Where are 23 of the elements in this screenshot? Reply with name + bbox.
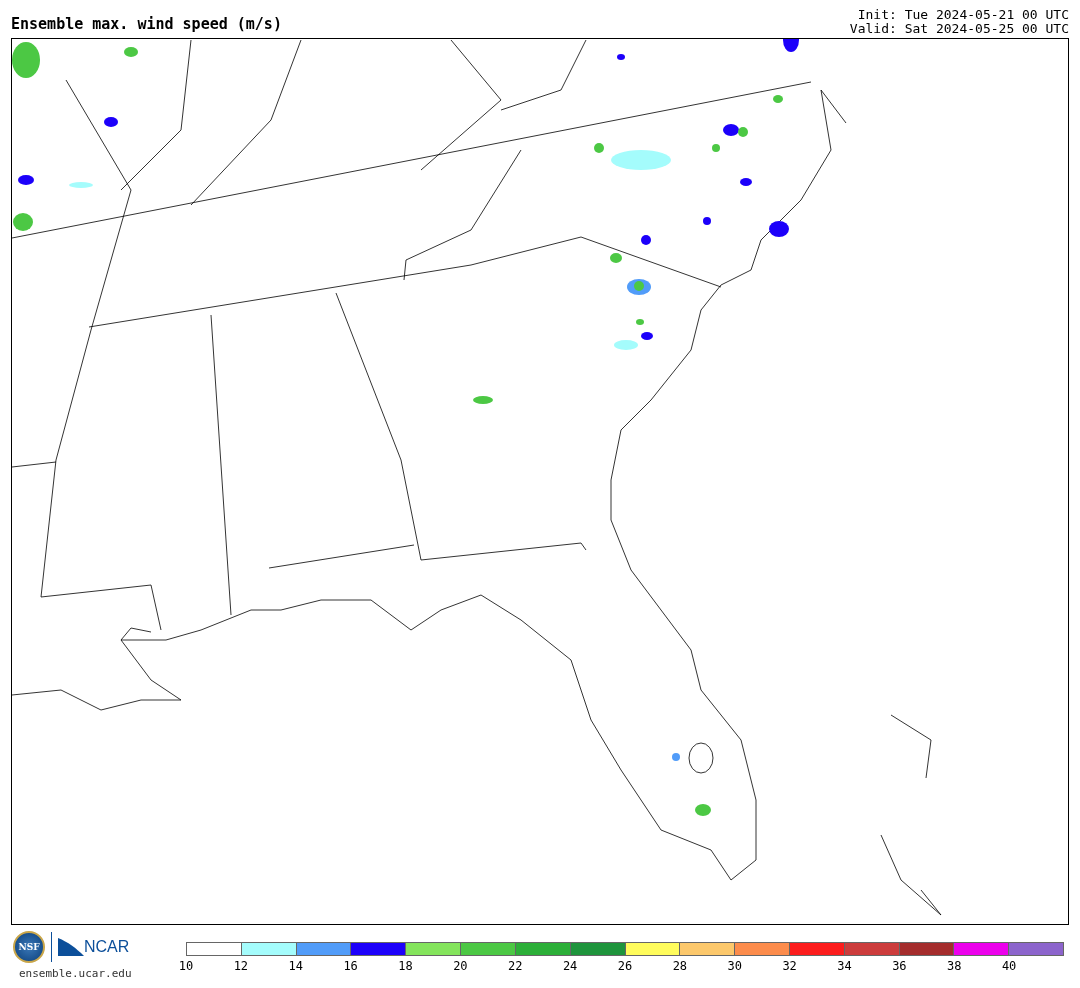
tick-label: 32 xyxy=(782,959,797,973)
tick-label: 22 xyxy=(508,959,523,973)
tick-label: 12 xyxy=(233,959,249,973)
tick-label: 36 xyxy=(892,959,907,973)
tick-label: 40 xyxy=(1001,959,1017,973)
tick-label: 10 xyxy=(178,959,194,973)
nsf-logo: NSF xyxy=(13,931,45,963)
tick-label: 18 xyxy=(398,959,413,973)
tick-label: 30 xyxy=(727,959,742,973)
tick-label: 16 xyxy=(343,959,358,973)
tick-label: 14 xyxy=(288,959,303,973)
tick-label: 28 xyxy=(672,959,688,973)
ncar-logo: NCAR xyxy=(84,938,130,956)
map-title: Ensemble max. wind speed (m/s) xyxy=(11,15,282,35)
tick-label: 24 xyxy=(562,959,578,973)
valid-time: Valid: Sat 2024-05-25 00 UTC xyxy=(849,22,1069,36)
site-url: ensemble.ucar.edu xyxy=(18,967,133,980)
tick-label: 34 xyxy=(837,959,852,973)
ncar-wave-icon xyxy=(58,938,84,956)
tick-label: 38 xyxy=(947,959,962,973)
tick-label: 20 xyxy=(453,959,468,973)
tick-label: 26 xyxy=(617,959,633,973)
init-time: Init: Tue 2024-05-21 00 UTC xyxy=(857,8,1069,22)
